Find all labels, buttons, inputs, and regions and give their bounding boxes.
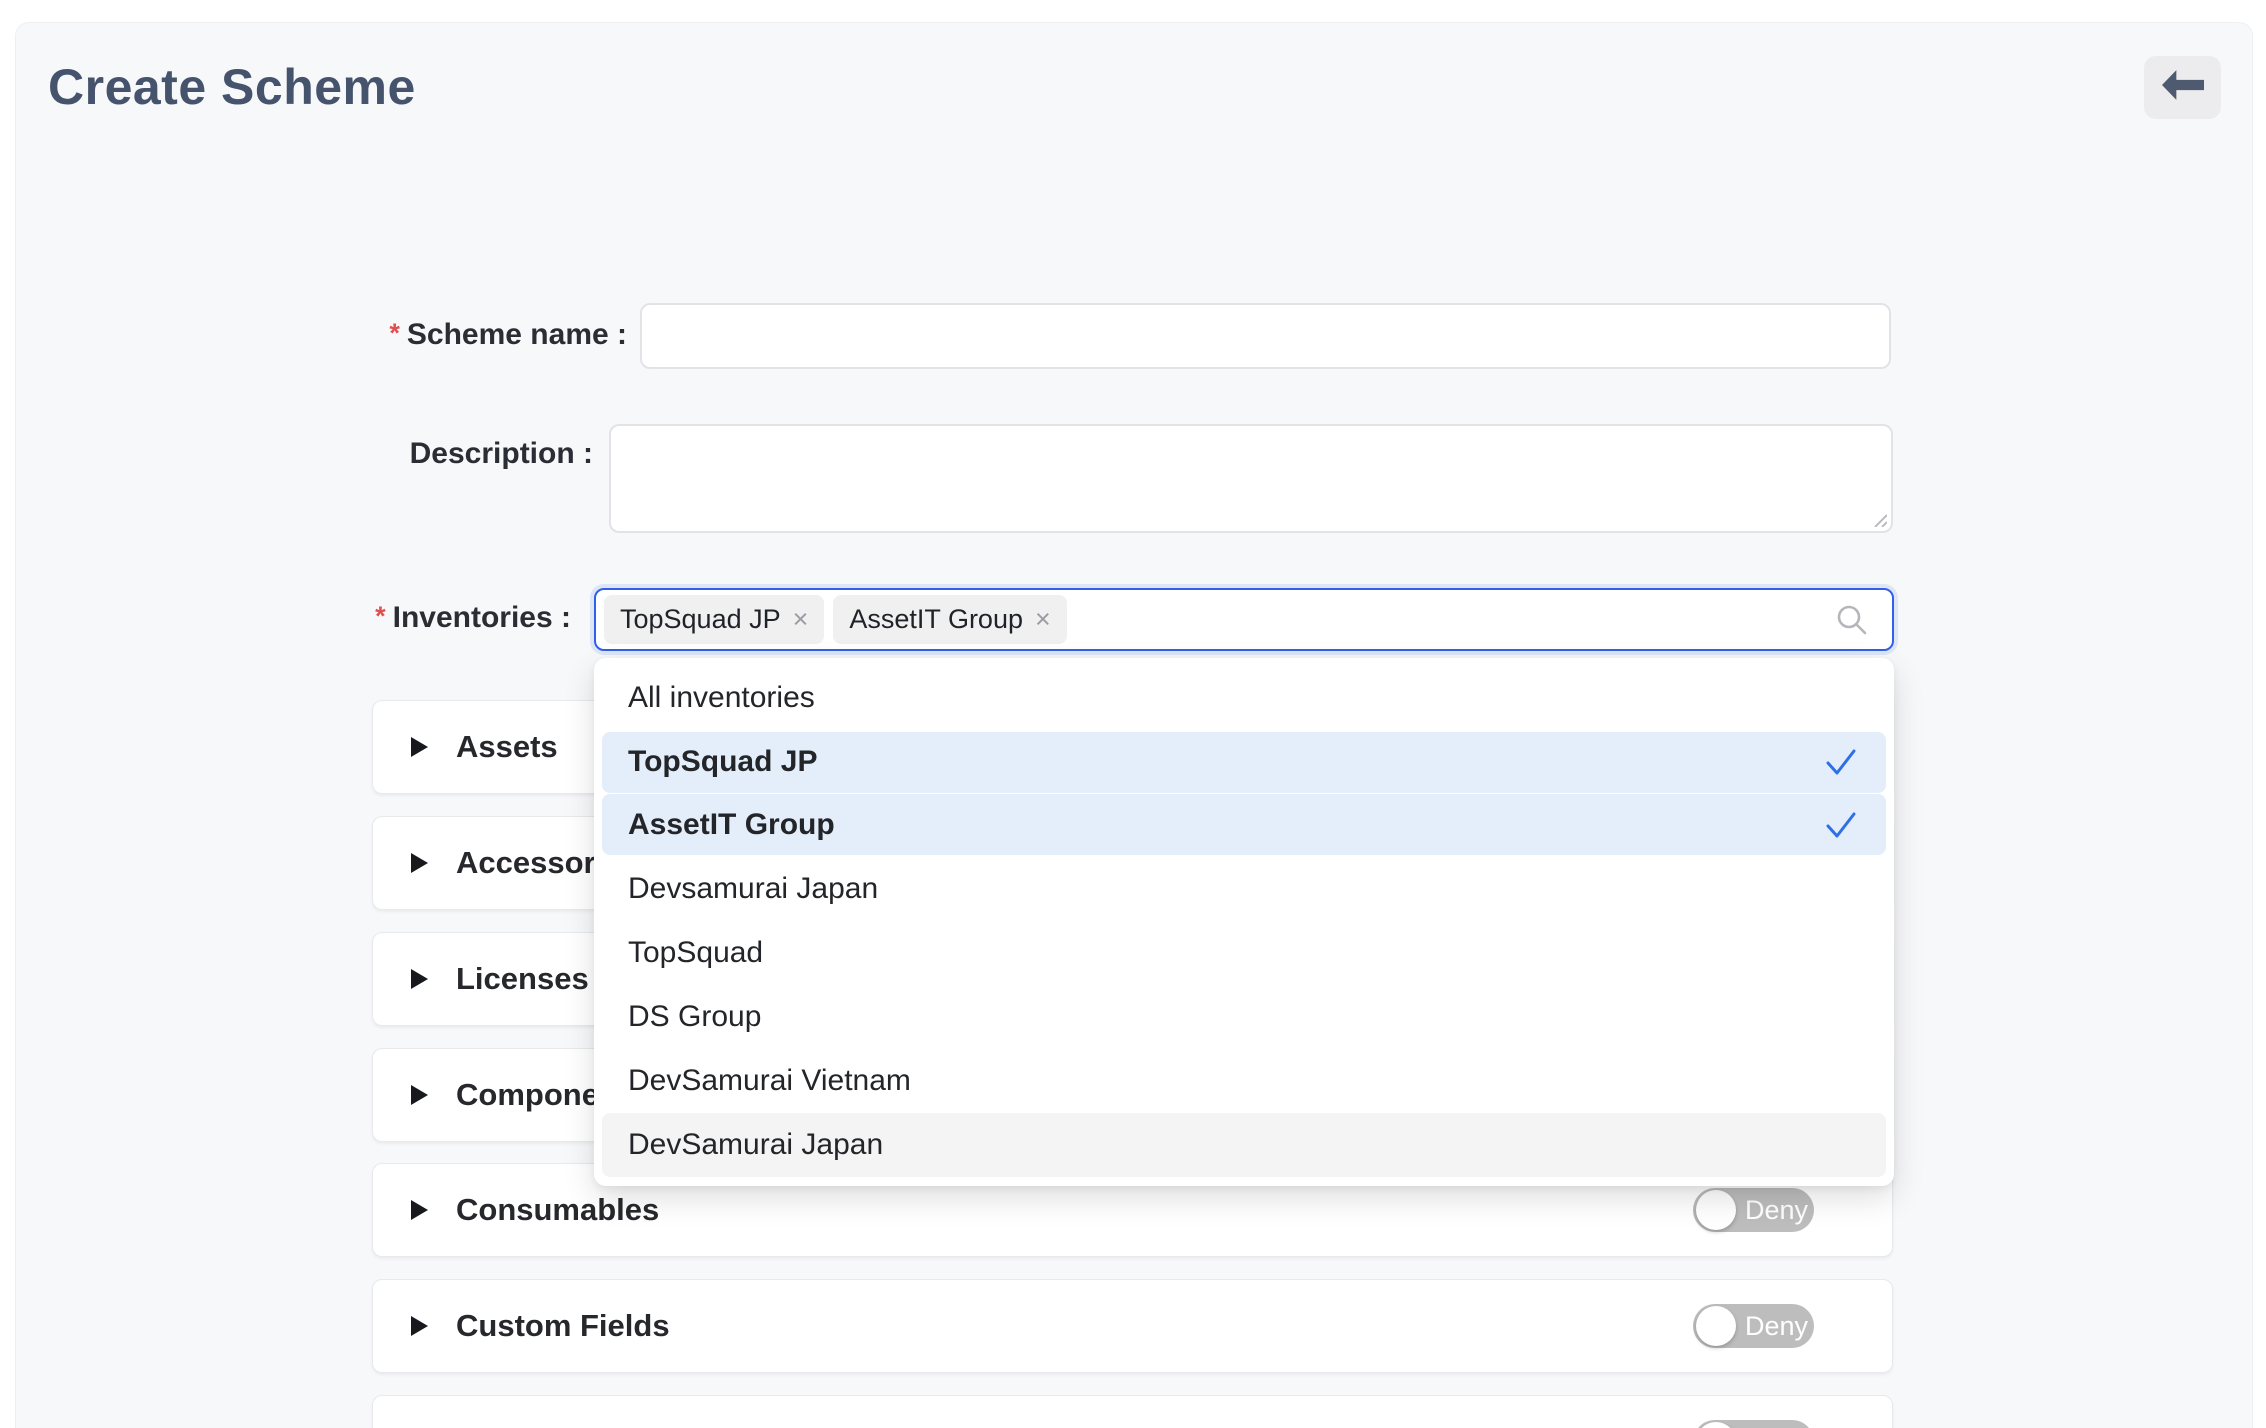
- panel-label: Licenses: [456, 961, 589, 997]
- description-label-text: Description :: [410, 437, 593, 470]
- deny-toggle[interactable]: Deny: [1693, 1304, 1814, 1348]
- deny-toggle[interactable]: Deny: [1693, 1420, 1814, 1428]
- scheme-name-label-text: Scheme name :: [407, 318, 627, 351]
- description-label: Description :: [250, 437, 593, 471]
- tag-label: AssetIT Group: [849, 604, 1023, 635]
- panel-label: Assets: [456, 729, 558, 765]
- toggle-knob: [1696, 1190, 1736, 1230]
- tag-label: TopSquad JP: [620, 604, 781, 635]
- dropdown-option[interactable]: TopSquad JP: [602, 732, 1886, 793]
- description-textarea[interactable]: [609, 424, 1893, 533]
- scheme-name-input[interactable]: [640, 303, 1891, 369]
- caret-right-icon[interactable]: [411, 1316, 428, 1336]
- check-icon: [1824, 745, 1858, 779]
- caret-right-icon[interactable]: [411, 737, 428, 757]
- caret-right-icon[interactable]: [411, 969, 428, 989]
- panel-label: Consumables: [456, 1192, 659, 1228]
- inventories-dropdown: All inventories TopSquad JP AssetIT Grou…: [594, 658, 1894, 1186]
- scheme-name-label: *Scheme name :: [250, 318, 627, 352]
- caret-right-icon[interactable]: [411, 1200, 428, 1220]
- toggle-label: Deny: [1745, 1420, 1808, 1428]
- inventories-label-text: Inventories :: [393, 601, 571, 634]
- dropdown-option[interactable]: DevSamurai Japan: [602, 1113, 1886, 1177]
- search-icon: [1834, 602, 1870, 638]
- check-icon: [1824, 808, 1858, 842]
- inventories-label: *Inventories :: [250, 601, 571, 635]
- toggle-label: Deny: [1745, 1188, 1808, 1232]
- page-title: Create Scheme: [48, 58, 416, 116]
- selected-tag: TopSquad JP ×: [604, 595, 824, 644]
- required-asterisk: *: [389, 318, 400, 348]
- description-field-wrap: [609, 424, 1893, 533]
- dropdown-option[interactable]: AssetIT Group: [602, 794, 1886, 855]
- selected-tag: AssetIT Group ×: [833, 595, 1066, 644]
- dropdown-option[interactable]: DevSamurai Vietnam: [602, 1049, 1886, 1113]
- dropdown-option[interactable]: DS Group: [602, 985, 1886, 1049]
- caret-right-icon[interactable]: [411, 853, 428, 873]
- remove-tag-icon[interactable]: ×: [793, 606, 809, 633]
- toggle-label: Deny: [1745, 1304, 1808, 1348]
- option-label: TopSquad JP: [628, 745, 817, 779]
- required-asterisk: *: [375, 601, 386, 631]
- panel-partial[interactable]: Deny: [372, 1395, 1893, 1428]
- dropdown-option[interactable]: TopSquad: [602, 921, 1886, 985]
- dropdown-option[interactable]: All inventories: [602, 666, 1886, 730]
- option-label: AssetIT Group: [628, 808, 835, 842]
- toggle-knob: [1696, 1422, 1736, 1428]
- dropdown-option[interactable]: Devsamurai Japan: [602, 857, 1886, 921]
- panel-label: Custom Fields: [456, 1308, 670, 1344]
- inventories-multiselect[interactable]: TopSquad JP × AssetIT Group ×: [594, 588, 1894, 651]
- back-button[interactable]: [2144, 56, 2221, 119]
- caret-right-icon[interactable]: [411, 1085, 428, 1105]
- panel-custom-fields[interactable]: Custom Fields Deny: [372, 1279, 1893, 1373]
- arrow-left-icon: [2162, 70, 2204, 105]
- deny-toggle[interactable]: Deny: [1693, 1188, 1814, 1232]
- remove-tag-icon[interactable]: ×: [1035, 606, 1051, 633]
- create-scheme-screen: Create Scheme *Scheme name : Description…: [0, 0, 2266, 1428]
- toggle-knob: [1696, 1306, 1736, 1346]
